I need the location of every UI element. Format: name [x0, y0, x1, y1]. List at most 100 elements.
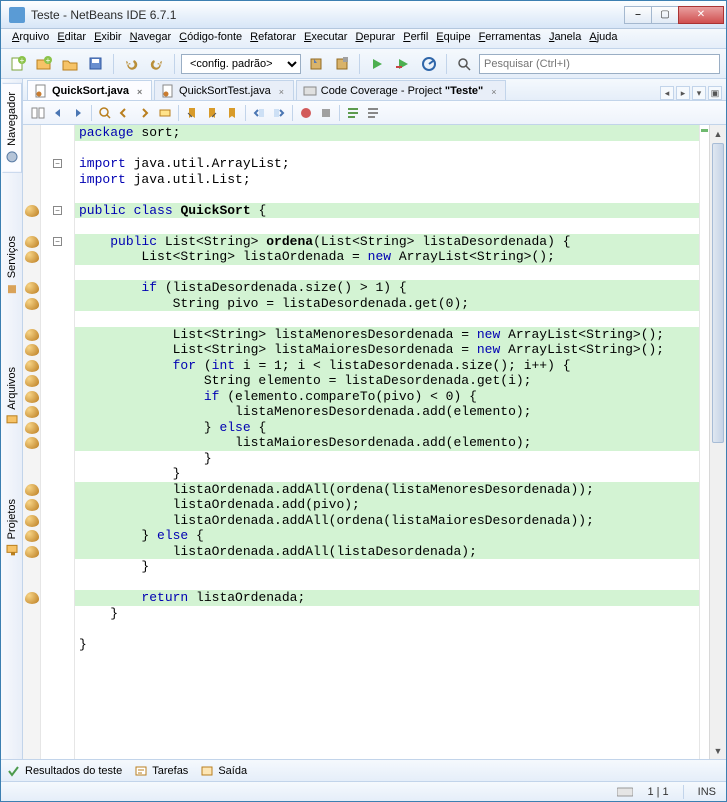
close-button[interactable]: ✕	[678, 6, 724, 24]
menu-item-janela[interactable]: Janela	[546, 31, 584, 46]
code-line[interactable]	[75, 265, 699, 281]
code-line[interactable]: listaOrdenada.addAll(ordena(listaMenores…	[75, 482, 699, 498]
search-input[interactable]	[479, 54, 720, 74]
code-line[interactable]: listaOrdenada.add(pivo);	[75, 497, 699, 513]
toggle-bookmark-icon[interactable]	[223, 104, 241, 122]
code-line[interactable]: package sort;	[75, 125, 699, 141]
build-main-icon[interactable]	[305, 53, 327, 75]
minimize-button[interactable]: ⎯	[624, 6, 652, 24]
open-project-icon[interactable]	[59, 53, 81, 75]
menu-item-ajuda[interactable]: Ajuda	[586, 31, 620, 46]
undo-icon[interactable]	[120, 53, 142, 75]
fold-gutter[interactable]: − − −	[41, 125, 75, 759]
coverage-glyph-icon[interactable]	[25, 592, 39, 604]
menu-item-executar[interactable]: Executar	[301, 31, 350, 46]
code-line[interactable]: }	[75, 451, 699, 467]
code-line[interactable]: for (int i = 1; i < listaDesordenada.siz…	[75, 358, 699, 374]
fold-toggle-icon[interactable]: −	[53, 206, 62, 215]
code-line[interactable]: } else {	[75, 528, 699, 544]
stop-macro-icon[interactable]	[317, 104, 335, 122]
menu-item-ferramentas[interactable]: Ferramentas	[476, 31, 544, 46]
coverage-glyph-icon[interactable]	[25, 236, 39, 248]
code-line[interactable]	[75, 311, 699, 327]
bottom-tab-tarefas[interactable]: Tarefas	[134, 764, 188, 778]
redo-icon[interactable]	[146, 53, 168, 75]
shift-left-icon[interactable]	[250, 104, 268, 122]
fold-toggle-icon[interactable]: −	[53, 159, 62, 168]
forward-icon[interactable]	[69, 104, 87, 122]
coverage-glyph-icon[interactable]	[25, 205, 39, 217]
titlebar[interactable]: Teste - NetBeans IDE 6.7.1 ⎯ ▢ ✕	[1, 1, 726, 29]
code-line[interactable]: String elemento = listaDesordenada.get(i…	[75, 373, 699, 389]
coverage-glyph-icon[interactable]	[25, 422, 39, 434]
coverage-glyph-icon[interactable]	[25, 391, 39, 403]
scroll-down-icon[interactable]: ▼	[710, 742, 726, 759]
coverage-glyph-icon[interactable]	[25, 329, 39, 341]
comment-icon[interactable]	[344, 104, 362, 122]
code-line[interactable]: import java.util.ArrayList;	[75, 156, 699, 172]
menu-item-perfil[interactable]: Perfil	[400, 31, 431, 46]
scroll-up-icon[interactable]: ▲	[710, 125, 726, 142]
stripe-mark[interactable]	[701, 129, 708, 132]
editor-tab[interactable]: QuickSortTest.java×	[154, 80, 294, 100]
code-line[interactable]	[75, 621, 699, 637]
new-file-icon[interactable]: +	[7, 53, 29, 75]
vertical-scrollbar[interactable]: ▲ ▼	[709, 125, 726, 759]
start-macro-icon[interactable]	[297, 104, 315, 122]
coverage-glyph-icon[interactable]	[25, 298, 39, 310]
code-line[interactable]: if (elemento.compareTo(pivo) < 0) {	[75, 389, 699, 405]
menu-item-navegar[interactable]: Navegar	[127, 31, 175, 46]
bottom-tab-resultadosdoteste[interactable]: Resultados do teste	[7, 764, 122, 778]
find-selection-icon[interactable]	[96, 104, 114, 122]
find-next-icon[interactable]	[136, 104, 154, 122]
tab-close-icon[interactable]: ×	[279, 87, 287, 95]
code-line[interactable]: import java.util.List;	[75, 172, 699, 188]
maximize-button[interactable]: ▢	[651, 6, 679, 24]
run-icon[interactable]	[366, 53, 388, 75]
coverage-glyph-icon[interactable]	[25, 437, 39, 449]
tab-close-icon[interactable]: ×	[137, 87, 145, 95]
editor-tab[interactable]: Code Coverage - Project "Teste"×	[296, 80, 506, 100]
back-icon[interactable]	[49, 104, 67, 122]
menu-item-exibir[interactable]: Exibir	[91, 31, 125, 46]
shift-right-icon[interactable]	[270, 104, 288, 122]
code-line[interactable]	[75, 575, 699, 591]
prev-bookmark-icon[interactable]	[183, 104, 201, 122]
maximize-editor-icon[interactable]: ▣	[708, 86, 722, 100]
code-line[interactable]: listaOrdenada.addAll(ordena(listaMaiores…	[75, 513, 699, 529]
coverage-glyph-icon[interactable]	[25, 499, 39, 511]
tab-close-icon[interactable]: ×	[491, 87, 499, 95]
clean-build-icon[interactable]	[331, 53, 353, 75]
code-line[interactable]: }	[75, 559, 699, 575]
coverage-glyph-icon[interactable]	[25, 515, 39, 527]
code-line[interactable]: listaOrdenada.addAll(listaDesordenada);	[75, 544, 699, 560]
code-line[interactable]: List<String> listaMenoresDesordenada = n…	[75, 327, 699, 343]
scroll-thumb[interactable]	[712, 143, 724, 443]
code-line[interactable]: listaMenoresDesordenada.add(elemento);	[75, 404, 699, 420]
tab-scroll-right-icon[interactable]: ▸	[676, 86, 690, 100]
coverage-glyph-icon[interactable]	[25, 406, 39, 418]
coverage-glyph-icon[interactable]	[25, 484, 39, 496]
code-line[interactable]: } else {	[75, 420, 699, 436]
error-stripe[interactable]	[699, 125, 709, 759]
code-line[interactable]: return listaOrdenada;	[75, 590, 699, 606]
menu-item-depurar[interactable]: Depurar	[352, 31, 398, 46]
code-line[interactable]	[75, 141, 699, 157]
tab-dropdown-icon[interactable]: ▾	[692, 86, 706, 100]
profile-icon[interactable]	[418, 53, 440, 75]
code-line[interactable]: }	[75, 637, 699, 653]
coverage-glyph-icon[interactable]	[25, 344, 39, 356]
menu-item-cdigofonte[interactable]: Código-fonte	[176, 31, 245, 46]
menu-item-equipe[interactable]: Equipe	[433, 31, 473, 46]
sidetab-serviços[interactable]: Serviços	[3, 228, 21, 304]
code-line[interactable]	[75, 218, 699, 234]
glyph-gutter[interactable]	[23, 125, 41, 759]
coverage-glyph-icon[interactable]	[25, 530, 39, 542]
sidetab-arquivos[interactable]: Arquivos	[3, 359, 21, 436]
editor-tab[interactable]: QuickSort.java×	[27, 80, 152, 100]
fold-toggle-icon[interactable]: −	[53, 237, 62, 246]
code-line[interactable]: listaMaioresDesordenada.add(elemento);	[75, 435, 699, 451]
save-all-icon[interactable]	[85, 53, 107, 75]
code-line[interactable]: List<String> listaOrdenada = new ArrayLi…	[75, 249, 699, 265]
new-project-icon[interactable]: +	[33, 53, 55, 75]
